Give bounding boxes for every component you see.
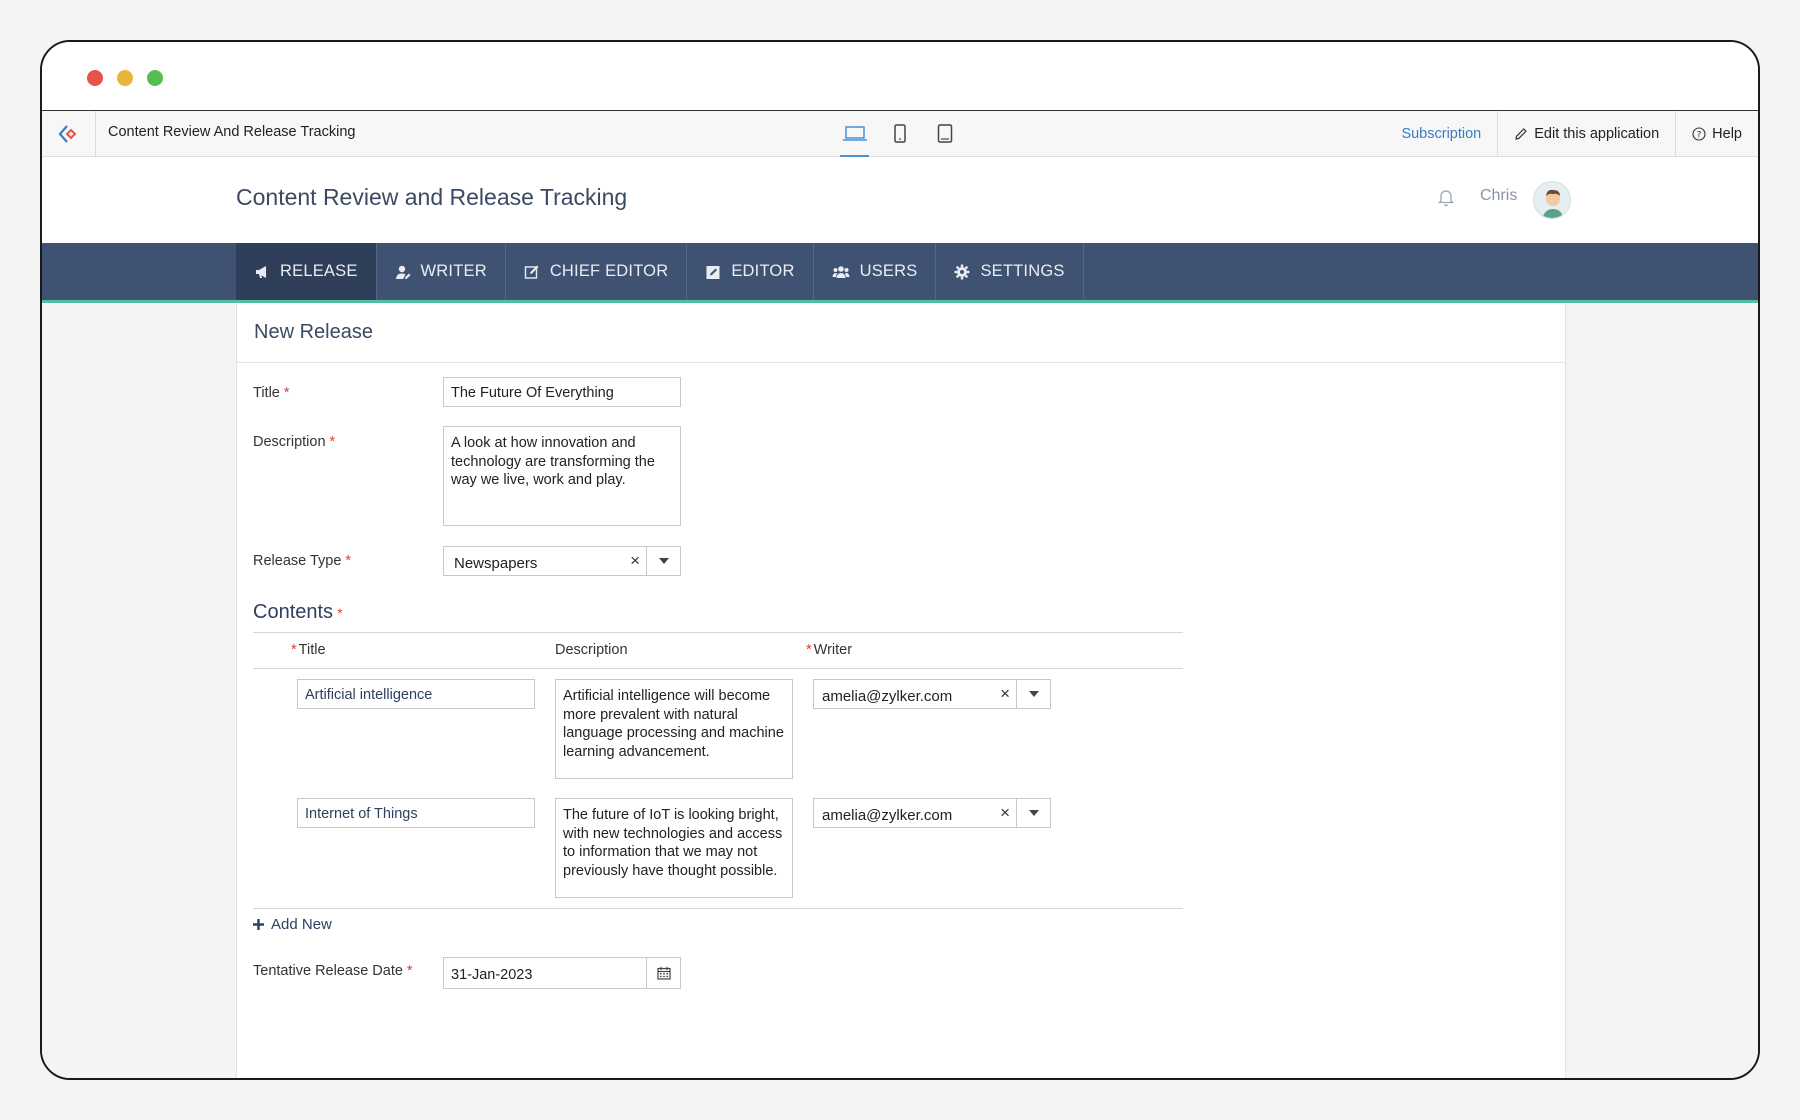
row-writer-select[interactable]: amelia@zylker.com × xyxy=(813,798,1051,828)
form-heading: New Release xyxy=(237,304,1565,363)
gear-icon xyxy=(954,264,970,279)
release-type-label: Release Type * xyxy=(253,553,352,569)
chevron-down-icon[interactable] xyxy=(646,547,680,575)
contents-heading: Contents * xyxy=(253,601,343,623)
chevron-down-icon[interactable] xyxy=(1016,799,1050,827)
plus-icon xyxy=(253,919,264,930)
minimize-window-button[interactable] xyxy=(117,70,133,86)
app-name: Content Review And Release Tracking xyxy=(108,124,356,140)
maximize-window-button[interactable] xyxy=(147,70,163,86)
nav-label-writer: WRITER xyxy=(420,262,487,280)
release-type-value: Newspapers xyxy=(454,555,538,572)
pencil-icon xyxy=(1515,127,1528,140)
device-preview-switcher xyxy=(832,111,967,157)
browser-window: Content Review And Release Tracking Subs… xyxy=(40,40,1760,1080)
description-label: Description * xyxy=(253,434,336,450)
page-title: Content Review and Release Tracking xyxy=(236,184,628,210)
nav-accent-line xyxy=(42,300,1758,303)
column-header-title: * Title xyxy=(291,642,326,658)
release-date-input[interactable]: 31-Jan-2023 xyxy=(443,957,681,989)
app-header: Content Review and Release Tracking Chri… xyxy=(42,157,1758,243)
phone-icon xyxy=(937,123,952,143)
svg-text:?: ? xyxy=(1697,130,1702,140)
clear-icon[interactable]: × xyxy=(1000,803,1010,823)
laptop-icon xyxy=(842,125,867,141)
release-date-value: 31-Jan-2023 xyxy=(451,967,533,983)
app-logo-icon[interactable] xyxy=(42,111,96,156)
desktop-view-button[interactable] xyxy=(832,111,877,157)
row-description-textarea[interactable]: Artificial intelligence will become more… xyxy=(555,679,793,779)
nav-item-settings[interactable]: SETTINGS xyxy=(936,243,1084,300)
help-label: Help xyxy=(1712,125,1742,142)
title-label: Title * xyxy=(253,385,290,401)
close-window-button[interactable] xyxy=(87,70,103,86)
calendar-icon[interactable] xyxy=(646,958,680,988)
user-edit-icon xyxy=(395,265,411,279)
pencil-square-icon xyxy=(706,265,720,279)
nav-label-users: USERS xyxy=(859,262,918,280)
nav-label-settings: SETTINGS xyxy=(980,262,1065,280)
nav-label-release: RELEASE xyxy=(280,262,358,280)
help-button[interactable]: ? Help xyxy=(1675,111,1758,156)
row-writer-select[interactable]: amelia@zylker.com × xyxy=(813,679,1051,709)
avatar[interactable] xyxy=(1533,181,1571,219)
app-toolbar: Content Review And Release Tracking Subs… xyxy=(42,111,1758,157)
clear-icon[interactable]: × xyxy=(1000,684,1010,704)
clear-icon[interactable]: × xyxy=(630,551,640,571)
nav-item-release[interactable]: RELEASE xyxy=(236,243,377,300)
column-header-writer: * Writer xyxy=(806,642,853,658)
add-new-row-button[interactable]: Add New xyxy=(253,916,332,933)
notification-bell-icon[interactable] xyxy=(1437,187,1455,212)
help-circle-icon: ? xyxy=(1692,126,1706,141)
nav-item-chief-editor[interactable]: CHIEF EDITOR xyxy=(506,243,688,300)
user-name[interactable]: Chris xyxy=(1480,187,1517,205)
nav-item-editor[interactable]: EDITOR xyxy=(687,243,814,300)
nav-label-editor: EDITOR xyxy=(731,262,795,280)
subscription-label: Subscription xyxy=(1401,125,1482,142)
row-title-input[interactable]: Internet of Things xyxy=(297,798,535,828)
megaphone-icon xyxy=(256,265,266,278)
edit-application-label: Edit this application xyxy=(1534,125,1660,142)
users-icon xyxy=(832,265,850,278)
content-area: New Release Title * The Future Of Everyth… xyxy=(42,304,1758,1078)
title-input[interactable]: The Future Of Everything xyxy=(443,377,681,407)
nav-label-chief-editor: CHIEF EDITOR xyxy=(549,262,669,280)
add-new-label: Add New xyxy=(271,916,332,933)
release-type-select[interactable]: Newspapers × xyxy=(443,546,681,576)
row-title-input[interactable]: Artificial intelligence xyxy=(297,679,535,709)
edit-box-icon xyxy=(524,265,539,279)
release-form: New Release Title * The Future Of Everyth… xyxy=(236,304,1566,1078)
chevron-down-icon[interactable] xyxy=(1016,680,1050,708)
row-description-textarea[interactable]: The future of IoT is looking bright, wit… xyxy=(555,798,793,898)
row-writer-value: amelia@zylker.com xyxy=(822,688,953,705)
row-writer-value: amelia@zylker.com xyxy=(822,807,953,824)
column-header-description: Description xyxy=(555,642,628,658)
subscription-link[interactable]: Subscription xyxy=(1385,111,1497,156)
mobile-view-button[interactable] xyxy=(922,111,967,156)
description-textarea[interactable]: A look at how innovation and technology … xyxy=(443,426,681,526)
nav-item-writer[interactable]: WRITER xyxy=(377,243,506,300)
tablet-view-button[interactable] xyxy=(877,111,922,156)
release-date-label: Tentative Release Date * xyxy=(253,963,413,979)
edit-application-button[interactable]: Edit this application xyxy=(1497,111,1675,156)
tablet-icon xyxy=(893,123,906,143)
nav-item-users[interactable]: USERS xyxy=(814,243,937,300)
window-titlebar xyxy=(42,42,1758,111)
main-navigation: RELEASE WRITER CHIEF EDITOR EDITOR USERS… xyxy=(42,243,1758,303)
